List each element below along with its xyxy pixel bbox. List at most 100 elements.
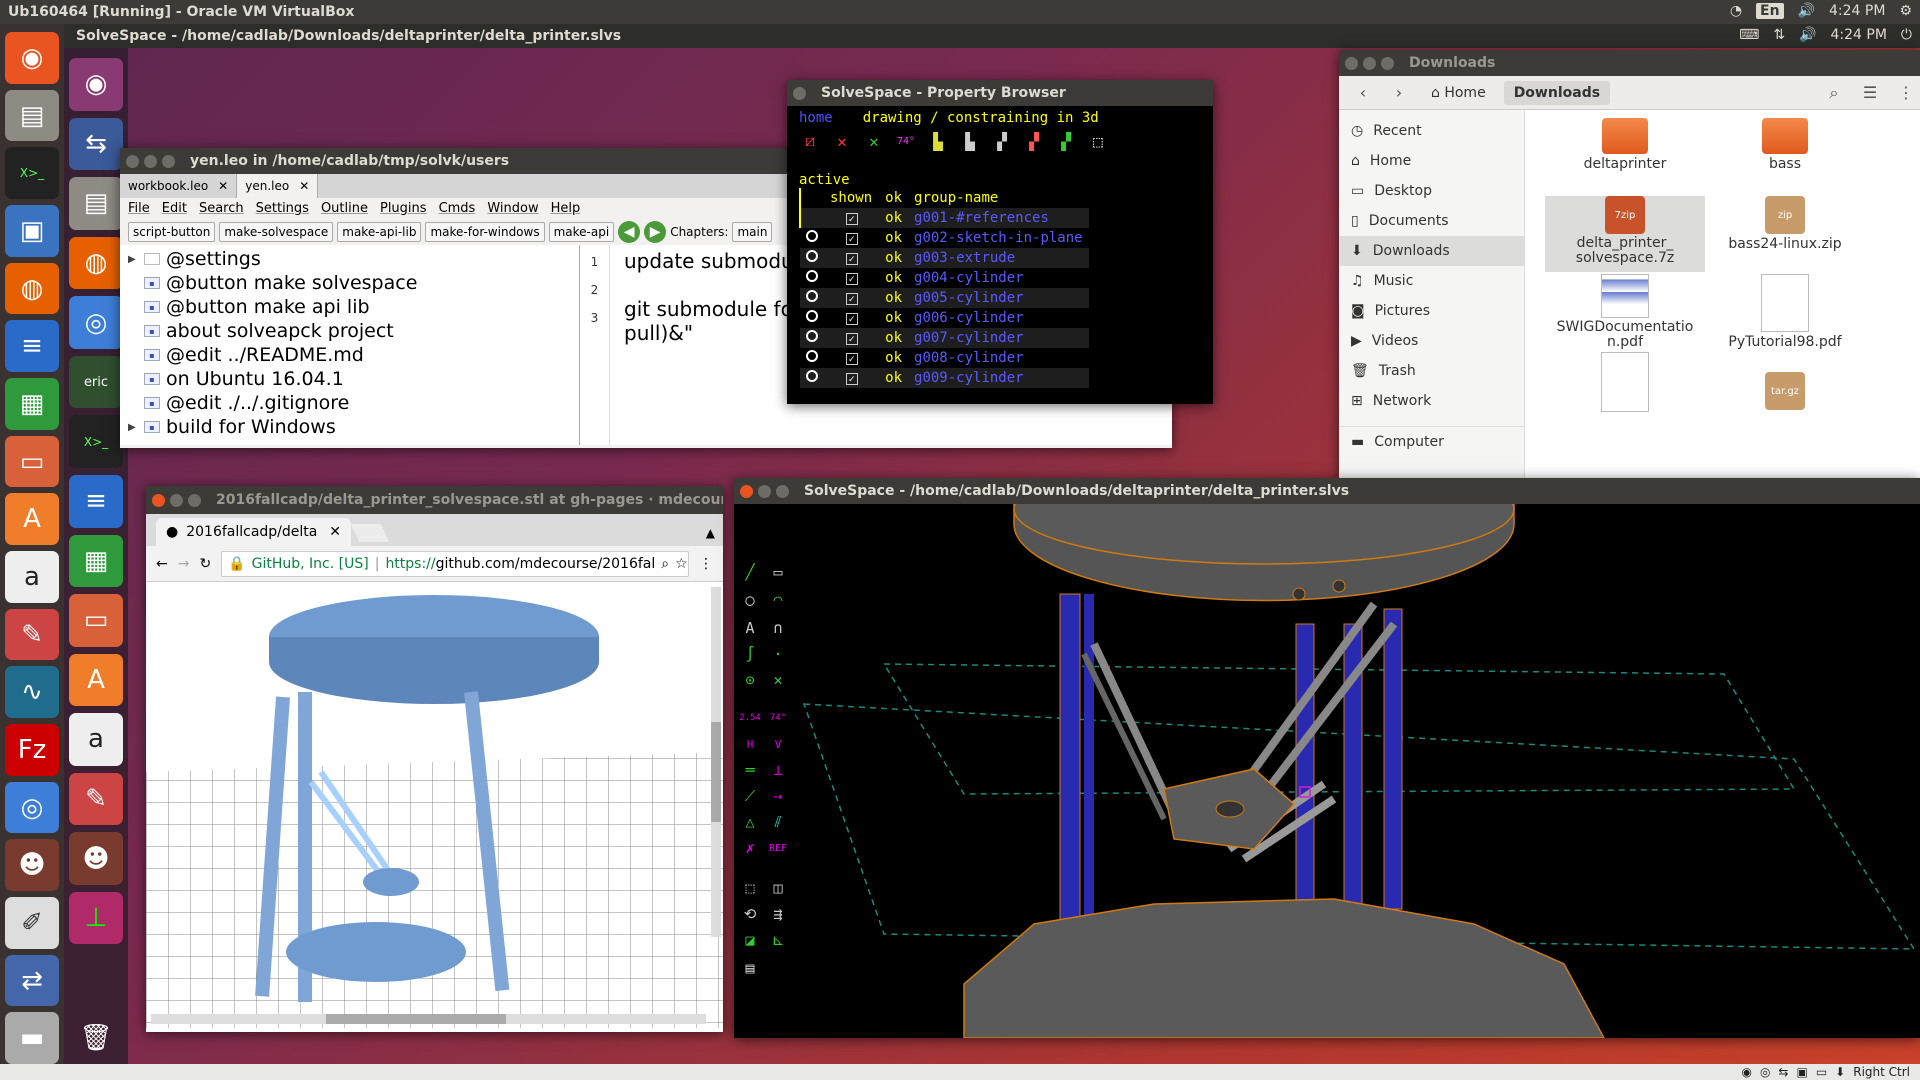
solvespace-canvas[interactable]: ╱ ▭ ◯ ◠ A ∩ ∫ · ⊙ ✕ 2.54 74° H V ═ ⊥ ⟋ ⇢…	[734, 504, 1920, 1038]
profile-icon[interactable]: ▲	[706, 526, 715, 540]
close-icon[interactable]: ✕	[329, 524, 341, 540]
scrollbar-thumb[interactable]	[326, 1014, 506, 1024]
shown-checkbox[interactable]: ✓	[845, 213, 858, 225]
active-radio[interactable]	[806, 370, 818, 382]
step-translate-icon[interactable]: ⇶	[766, 902, 790, 926]
files-icon[interactable]: ▤	[5, 89, 59, 142]
group-row[interactable]: ✓ ok g007-cylinder	[800, 328, 1089, 348]
shown-checkbox[interactable]: ✓	[845, 373, 858, 385]
group-row[interactable]: ✓ ok g008-cylinder	[800, 348, 1089, 368]
group-row[interactable]: ✓ ok g004-cylinder	[800, 268, 1089, 288]
make-api-lib-button[interactable]: make-api-lib	[337, 222, 422, 242]
menu-icon[interactable]: ⋮	[1892, 81, 1920, 105]
horizontal-constraint-icon[interactable]: H	[738, 732, 762, 756]
text-editor-icon[interactable]: ✐	[5, 897, 59, 949]
sidebar-item-documents[interactable]: ▯ Documents	[1339, 206, 1524, 236]
minimize-button[interactable]	[1363, 56, 1376, 70]
mesh-icon[interactable]: ▞	[1055, 130, 1077, 152]
sidebar-item-music[interactable]: ♫ Music	[1339, 266, 1524, 296]
close-button[interactable]	[152, 493, 165, 507]
optical-indicator-icon[interactable]: ◎	[1760, 1065, 1770, 1079]
workplane-icon[interactable]: ⧄	[799, 130, 821, 152]
browser-tab[interactable]: ● 2016fallcadp/delta ✕	[156, 518, 351, 546]
forward-icon[interactable]: ›	[1385, 81, 1413, 105]
file-item[interactable]: deltaprinter	[1545, 118, 1705, 194]
file-item[interactable]: PyTutorial98.pdf	[1705, 274, 1865, 350]
files-icon[interactable]: ▤	[69, 177, 123, 230]
make-solvespace-button[interactable]: make-solvespace	[219, 222, 334, 242]
file-item[interactable]: tar.gz	[1705, 352, 1865, 428]
menu-search[interactable]: Search	[199, 201, 244, 216]
file-item[interactable]: zip bass24-linux.zip	[1705, 196, 1865, 272]
rectangle-tool-icon[interactable]: ▭	[766, 560, 790, 584]
network-transfer-icon[interactable]: ⇆	[69, 117, 123, 171]
back-icon[interactable]: ‹	[1349, 81, 1377, 105]
ubuntu-logo-icon[interactable]: ◉	[5, 32, 59, 84]
capture-mouse-icon[interactable]: ⬇	[1835, 1065, 1845, 1079]
active-radio[interactable]	[806, 350, 818, 362]
tangent-arc-icon[interactable]: ∩	[766, 616, 790, 640]
url-bar[interactable]: 🔒 GitHub, Inc. [US] | https://github.com…	[221, 550, 689, 577]
forward-arrow-icon[interactable]: ▶	[644, 221, 667, 243]
normal-icon[interactable]: ▙	[927, 130, 949, 152]
maximize-button[interactable]	[188, 493, 201, 507]
sidebar-item-desktop[interactable]: ▭ Desktop	[1339, 176, 1524, 206]
drive-icon[interactable]: ▬	[5, 1012, 59, 1065]
keyboard-language-indicator[interactable]: En	[1756, 3, 1784, 19]
lathe-icon[interactable]: ◫	[766, 876, 790, 900]
shown-checkbox[interactable]: ✓	[845, 273, 858, 285]
shown-checkbox[interactable]: ✓	[845, 333, 858, 345]
stl-model-render[interactable]	[146, 582, 723, 1028]
guest-power-icon[interactable]: ⏻	[1901, 27, 1912, 43]
file-item[interactable]	[1545, 352, 1705, 428]
workplane-in-view-icon[interactable]: ◪	[738, 928, 762, 952]
active-radio[interactable]	[806, 250, 818, 262]
group-name[interactable]: g002-sketch-in-plane	[908, 228, 1089, 248]
shaded-icon[interactable]: ▙	[959, 130, 981, 152]
active-radio[interactable]	[806, 270, 818, 282]
solvespace-icon[interactable]: ⊥	[69, 891, 123, 945]
symmetric-constraint-icon[interactable]: ⇢	[766, 784, 790, 808]
group-name[interactable]: g003-extrude	[908, 248, 1089, 268]
arc-tool-icon[interactable]: ◠	[766, 588, 790, 612]
reload-icon[interactable]: ↻	[199, 556, 211, 572]
software-center-icon[interactable]: A	[5, 493, 59, 546]
writer-icon[interactable]: ≡	[69, 474, 123, 528]
chromium-icon[interactable]: ◎	[5, 781, 59, 834]
make-for-windows-button[interactable]: make-for-windows	[425, 222, 545, 242]
guest-volume-icon[interactable]: 🔊	[1799, 27, 1816, 43]
forward-icon[interactable]: →	[178, 556, 190, 572]
xterm-icon[interactable]: X>_	[5, 147, 59, 200]
outline-node[interactable]: ▶ ▪ build for Windows	[120, 415, 579, 439]
back-arrow-icon[interactable]: ◀	[618, 221, 641, 243]
group-row[interactable]: ✓ ok g003-extrude	[800, 248, 1089, 268]
menu-help[interactable]: Help	[551, 201, 581, 216]
shown-checkbox[interactable]: ✓	[845, 253, 858, 265]
construction-icon[interactable]: ⊙	[738, 668, 762, 692]
menu-settings[interactable]: Settings	[256, 201, 309, 216]
sidebar-item-videos[interactable]: ▶ Videos	[1339, 326, 1524, 356]
sidebar-item-network[interactable]: ⊞ Network	[1339, 386, 1524, 416]
minimize-button[interactable]	[170, 493, 183, 507]
faces-icon[interactable]: ▞	[1023, 130, 1045, 152]
group-name[interactable]: g001-#references	[908, 208, 1089, 228]
group-row[interactable]: ✓ ok g009-cylinder	[800, 368, 1089, 388]
group-row[interactable]: ✓ ok g002-sketch-in-plane	[800, 228, 1089, 248]
circle-tool-icon[interactable]: ◯	[738, 588, 762, 612]
settings-icon[interactable]: ✎	[69, 772, 123, 826]
ubuntu-logo-icon[interactable]: ◉	[69, 58, 123, 111]
menu-plugins[interactable]: Plugins	[380, 201, 427, 216]
expand-arrow-icon[interactable]: ▶	[128, 254, 138, 265]
filezilla-icon[interactable]: Fz	[5, 724, 59, 776]
group-row[interactable]: ✓ ok g005-cylinder	[800, 288, 1089, 308]
group-row[interactable]: ✓ ok g001-#references	[799, 208, 1089, 228]
host-clock[interactable]: 4:24 PM	[1829, 3, 1885, 19]
line-tool-icon[interactable]: ╱	[738, 560, 762, 584]
active-radio[interactable]	[806, 230, 818, 242]
other-supplementary-icon[interactable]: ✗	[738, 836, 762, 860]
scrollbar-thumb[interactable]	[711, 722, 721, 822]
calc-icon[interactable]: ▦	[5, 378, 59, 430]
outline-node[interactable]: ▪ @button make solvespace	[120, 271, 579, 295]
tab-yen[interactable]: yen.leo ✕	[237, 174, 319, 198]
usb-indicator-icon[interactable]: ⇆	[1778, 1065, 1788, 1079]
